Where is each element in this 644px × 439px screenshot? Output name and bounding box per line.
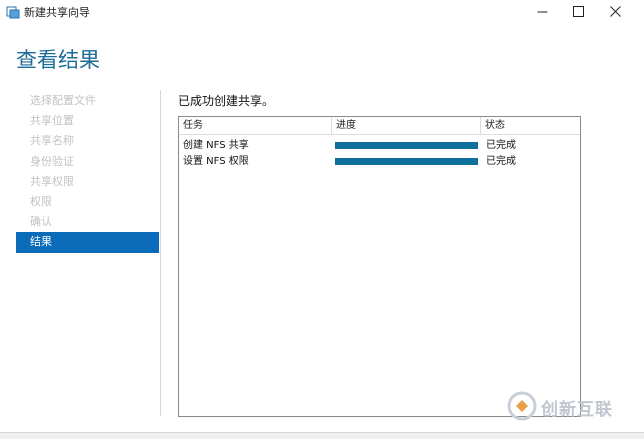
step-confirmation: 确认 [30, 215, 52, 229]
task-name: 创建 NFS 共享 [183, 140, 249, 151]
step-share-name: 共享名称 [30, 134, 74, 148]
step-results[interactable]: 结果 [16, 232, 159, 253]
title-bar[interactable]: 新建共享向导 [0, 0, 644, 22]
page-title: 查看结果 [16, 48, 100, 72]
watermark-logo-icon [507, 391, 537, 421]
task-status: 已完成 [486, 140, 516, 151]
nav-divider [160, 90, 161, 416]
close-icon [609, 5, 621, 17]
button-area-edge [0, 432, 644, 439]
step-share-permissions: 共享权限 [30, 174, 74, 188]
progress-bar [335, 158, 478, 165]
column-header-progress[interactable]: 进度 [332, 117, 481, 134]
table-row[interactable]: 设置 NFS 权限 已完成 [179, 154, 580, 169]
step-authentication: 身份验证 [30, 154, 74, 168]
minimize-icon [537, 11, 547, 12]
progress-bar [335, 142, 478, 149]
progress-bar-fill [335, 158, 478, 165]
progress-bar-fill [335, 142, 478, 149]
close-button[interactable] [599, 0, 631, 22]
watermark-text: 创新互联 [541, 400, 613, 420]
maximize-icon [572, 5, 584, 17]
minimize-button[interactable] [526, 0, 558, 22]
wizard-steps-nav: 选择配置文件 共享位置 共享名称 身份验证 共享权限 权限 确认 结果 [16, 91, 159, 253]
wizard-app-icon [6, 4, 20, 19]
step-select-profile: 选择配置文件 [30, 94, 96, 107]
window-title: 新建共享向导 [24, 6, 90, 19]
step-share-location: 共享位置 [30, 114, 74, 128]
maximize-button[interactable] [562, 0, 594, 22]
success-message: 已成功创建共享。 [178, 94, 275, 108]
table-header: 任务 进度 状态 [179, 117, 580, 135]
task-name: 设置 NFS 权限 [183, 156, 249, 167]
step-permissions: 权限 [30, 194, 52, 208]
table-row[interactable]: 创建 NFS 共享 已完成 [179, 138, 580, 153]
share-wizard-window: 新建共享向导 查看结果 选择配置文件 共享位置 共享名称 身份验证 共享权限 权… [0, 0, 644, 439]
column-header-status[interactable]: 状态 [481, 117, 580, 134]
column-header-task[interactable]: 任务 [179, 117, 332, 134]
task-status: 已完成 [486, 156, 516, 167]
watermark: 创新互联 [505, 388, 641, 426]
task-results-table[interactable]: 任务 进度 状态 创建 NFS 共享 已完成 设置 NFS 权限 已完成 [178, 116, 581, 417]
